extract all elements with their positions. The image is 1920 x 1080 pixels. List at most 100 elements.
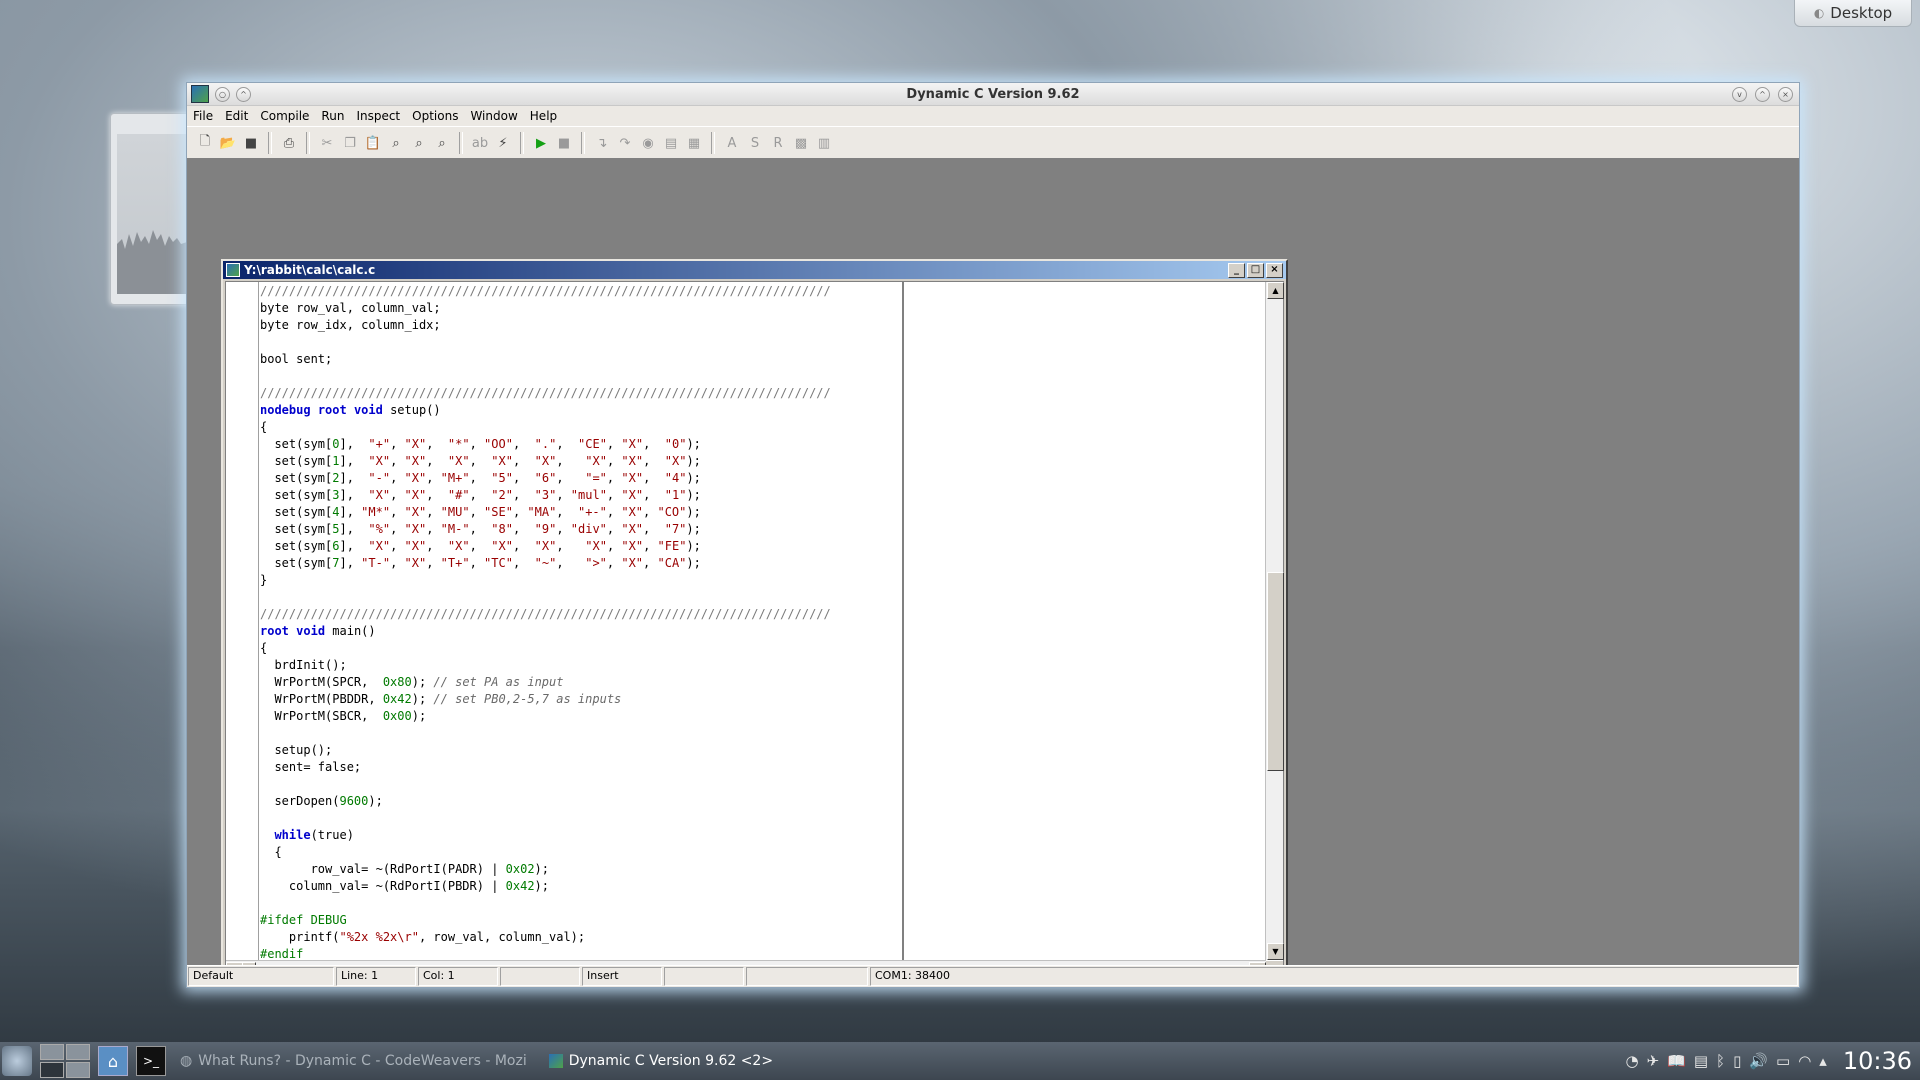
toggle-breakpoint-icon[interactable]: ◉ xyxy=(638,133,658,153)
code-line[interactable]: ////////////////////////////////////////… xyxy=(260,606,901,623)
stdio-icon[interactable]: S xyxy=(745,133,765,153)
watch-icon[interactable]: ▤ xyxy=(661,133,681,153)
menu-window[interactable]: Window xyxy=(470,109,517,123)
display-icon[interactable]: ▭ xyxy=(1776,1052,1790,1070)
code-editor[interactable]: ////////////////////////////////////////… xyxy=(225,281,1284,979)
code-line[interactable]: WrPortM(SPCR, 0x80); // set PA as input xyxy=(260,674,901,691)
desktop-2[interactable] xyxy=(66,1044,90,1060)
code-line[interactable]: { xyxy=(260,419,901,436)
stack-icon[interactable]: ▥ xyxy=(814,133,834,153)
menu-run[interactable]: Run xyxy=(321,109,344,123)
watch-list-icon[interactable]: ▦ xyxy=(684,133,704,153)
step-into-icon[interactable]: ↴ xyxy=(592,133,612,153)
pager[interactable] xyxy=(40,1044,90,1078)
code-text[interactable]: ////////////////////////////////////////… xyxy=(260,282,901,960)
volume-icon[interactable]: 🔊 xyxy=(1749,1052,1768,1070)
editor-maximize-button[interactable]: □ xyxy=(1247,263,1264,278)
cut-icon[interactable]: ✂ xyxy=(317,133,337,153)
menu-options[interactable]: Options xyxy=(412,109,458,123)
code-line[interactable]: row_val= ~(RdPortI(PADR) | 0x02); xyxy=(260,861,901,878)
code-line[interactable]: column_val= ~(RdPortI(PBDR) | 0x42); xyxy=(260,878,901,895)
window-menu-button[interactable]: ○ xyxy=(215,86,230,102)
step-over-icon[interactable]: ↷ xyxy=(615,133,635,153)
tray-expand-icon[interactable]: ▴ xyxy=(1819,1052,1827,1070)
editor-close-button[interactable]: × xyxy=(1266,263,1283,278)
code-line[interactable]: set(sym[5], "%", "X", "M-", "8", "9", "d… xyxy=(260,521,901,538)
vertical-scroll-thumb[interactable] xyxy=(1267,572,1284,771)
code-line[interactable] xyxy=(260,810,901,827)
vertical-scrollbar[interactable]: ▲ ▼ xyxy=(1265,282,1284,960)
code-line[interactable]: #endif xyxy=(260,946,901,960)
code-line[interactable]: setup(); xyxy=(260,742,901,759)
code-line[interactable]: byte row_idx, column_idx; xyxy=(260,317,901,334)
assembly-icon[interactable]: A xyxy=(722,133,742,153)
terminal-icon[interactable]: >_ xyxy=(136,1046,166,1076)
code-line[interactable]: while(true) xyxy=(260,827,901,844)
maximize-button[interactable]: ^ xyxy=(1755,87,1770,102)
close-button[interactable]: × xyxy=(1778,87,1793,102)
code-line[interactable]: set(sym[7], "T-", "X", "T+", "TC", "~", … xyxy=(260,555,901,572)
code-line[interactable]: set(sym[0], "+", "X", "*", "OO", ".", "C… xyxy=(260,436,901,453)
code-line[interactable] xyxy=(260,895,901,912)
print-icon[interactable]: ⎙ xyxy=(279,133,299,153)
editor-titlebar[interactable]: Y:\rabbit\calc\calc.c _ □ × xyxy=(223,261,1286,279)
menu-compile[interactable]: Compile xyxy=(260,109,309,123)
desktop-button[interactable]: ◐ Desktop xyxy=(1794,0,1912,27)
code-line[interactable] xyxy=(260,334,901,351)
bluetooth-icon[interactable]: ᛒ xyxy=(1716,1052,1725,1070)
code-line[interactable]: printf("%2x %2x\r", row_val, column_val)… xyxy=(260,929,901,946)
mdi-workspace[interactable]: Y:\rabbit\calc\calc.c _ □ × ////////////… xyxy=(187,158,1799,983)
code-line[interactable] xyxy=(260,368,901,385)
editor-gutter[interactable] xyxy=(226,282,259,960)
keep-above-button[interactable]: ^ xyxy=(236,86,251,102)
menu-file[interactable]: File xyxy=(193,109,213,123)
run-icon[interactable]: ▶ xyxy=(531,133,551,153)
wifi-icon[interactable]: ◠ xyxy=(1798,1052,1811,1070)
open-file-icon[interactable]: 📂 xyxy=(218,133,238,153)
clock[interactable]: 10:36 xyxy=(1843,1047,1912,1075)
memory-dump-icon[interactable]: ▩ xyxy=(791,133,811,153)
code-line[interactable]: { xyxy=(260,844,901,861)
code-line[interactable]: WrPortM(SBCR, 0x00); xyxy=(260,708,901,725)
new-file-icon[interactable]: 🗋 xyxy=(195,133,215,153)
desktop-4[interactable] xyxy=(66,1062,90,1078)
find-icon[interactable]: ⌕ xyxy=(386,133,406,153)
save-icon[interactable]: ■ xyxy=(241,133,261,153)
code-line[interactable]: set(sym[4], "M*", "X", "MU", "SE", "MA",… xyxy=(260,504,901,521)
code-line[interactable]: { xyxy=(260,640,901,657)
editor-minimize-button[interactable]: _ xyxy=(1228,263,1245,278)
code-line[interactable]: sent= false; xyxy=(260,759,901,776)
code-line[interactable]: serDopen(9600); xyxy=(260,793,901,810)
editor-window[interactable]: Y:\rabbit\calc\calc.c _ □ × ////////////… xyxy=(221,259,1288,983)
find-prev-icon[interactable]: ⌕ xyxy=(432,133,452,153)
code-line[interactable]: } xyxy=(260,572,901,589)
replace-icon[interactable]: ab xyxy=(470,133,490,153)
code-line[interactable]: WrPortM(PBDDR, 0x42); // set PB0,2-5,7 a… xyxy=(260,691,901,708)
desktop-3[interactable] xyxy=(40,1062,64,1078)
code-line[interactable]: set(sym[6], "X", "X", "X", "X", "X", "X"… xyxy=(260,538,901,555)
code-line[interactable]: set(sym[1], "X", "X", "X", "X", "X", "X"… xyxy=(260,453,901,470)
code-line[interactable]: nodebug root void setup() xyxy=(260,402,901,419)
task-dynamic-c[interactable]: Dynamic C Version 9.62 <2> xyxy=(548,1053,773,1069)
paste-icon[interactable]: 📋 xyxy=(363,133,383,153)
us-flag-keyboard-icon[interactable]: ▤ xyxy=(1694,1052,1708,1070)
code-line[interactable] xyxy=(260,589,901,606)
menu-edit[interactable]: Edit xyxy=(225,109,248,123)
task-browser[interactable]: ◍ What Runs? - Dynamic C - CodeWeavers -… xyxy=(180,1053,527,1069)
code-line[interactable] xyxy=(260,776,901,793)
home-folder-icon[interactable]: ⌂ xyxy=(98,1046,128,1076)
find-next-icon[interactable]: ⌕ xyxy=(409,133,429,153)
code-line[interactable] xyxy=(260,725,901,742)
scroll-up-icon[interactable]: ▲ xyxy=(1267,282,1284,299)
scroll-down-icon[interactable]: ▼ xyxy=(1267,943,1284,960)
menu-help[interactable]: Help xyxy=(530,109,557,123)
app-titlebar[interactable]: ○ ^ Dynamic C Version 9.62 v ^ × xyxy=(187,83,1799,106)
desktop-1[interactable] xyxy=(40,1044,64,1060)
code-line[interactable]: #ifdef DEBUG xyxy=(260,912,901,929)
compile-icon[interactable]: ⚡ xyxy=(493,133,513,153)
code-line[interactable]: root void main() xyxy=(260,623,901,640)
copy-icon[interactable]: ❐ xyxy=(340,133,360,153)
code-line[interactable]: set(sym[3], "X", "X", "#", "2", "3", "mu… xyxy=(260,487,901,504)
klipper-icon[interactable]: ✈ xyxy=(1647,1052,1660,1070)
minimize-button[interactable]: v xyxy=(1732,87,1747,102)
